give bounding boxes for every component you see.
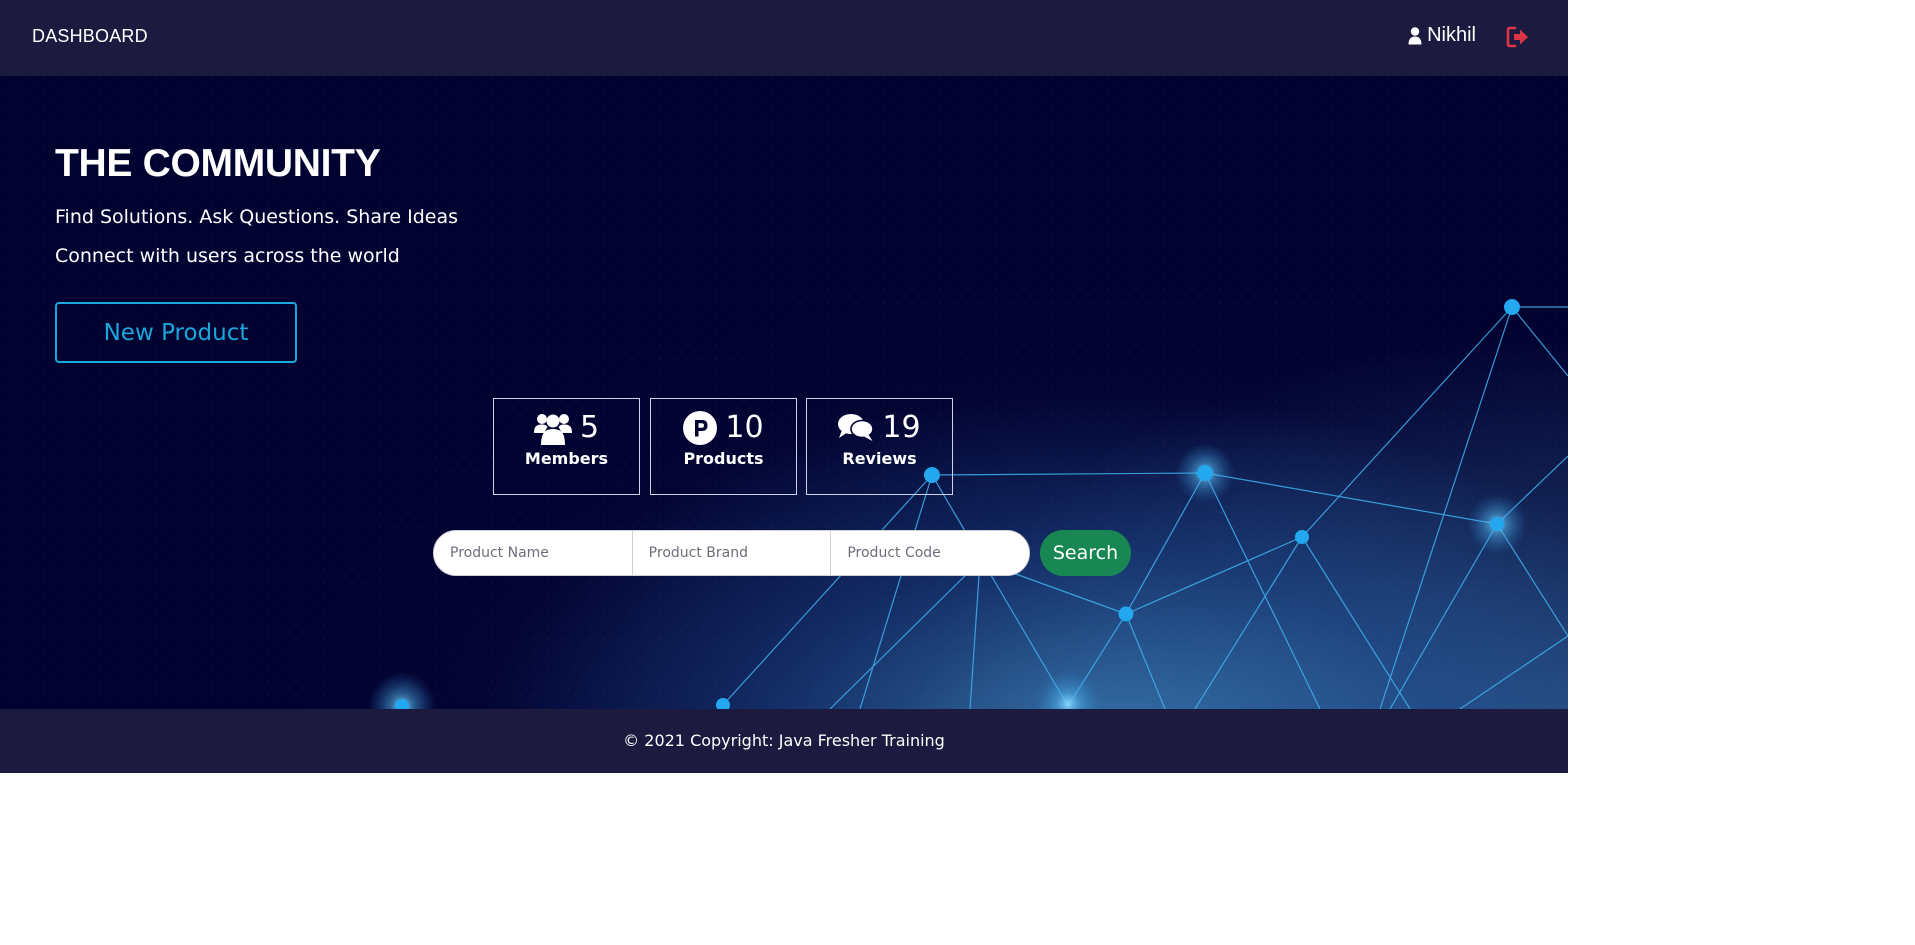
user-menu[interactable]: Nikhil [1408,24,1476,47]
new-product-button[interactable]: New Product [55,302,297,363]
product-name-input[interactable] [434,531,633,575]
comments-icon [838,414,875,441]
stat-card-members: 5 Members [493,398,640,495]
stat-card-reviews: 19 Reviews [806,398,953,495]
navbar-brand[interactable]: DASHBOARD [32,26,148,47]
product-brand-input[interactable] [632,531,832,575]
stat-label: Reviews [842,449,917,468]
page-title: THE COMMUNITY [55,142,381,185]
hero-section: THE COMMUNITY Find Solutions. Ask Questi… [0,76,1568,709]
sign-out-icon[interactable] [1505,24,1531,50]
user-icon [1408,26,1422,44]
search-button[interactable]: Search [1040,530,1131,576]
tagline-primary: Find Solutions. Ask Questions. Share Ide… [55,206,459,228]
users-icon [533,414,572,445]
stat-label: Products [683,449,764,468]
stat-label: Members [524,449,609,468]
stat-card-products: 10 Products [650,398,797,495]
stat-count: 5 [579,410,600,445]
app-window: DASHBOARD Nikhil THE COMMUNITY Find Solu… [0,0,1568,945]
footer: © 2021 Copyright: Java Fresher Training [0,709,1568,773]
stat-count: 10 [725,410,764,445]
product-hunt-icon [683,411,718,445]
product-code-input[interactable] [831,531,1029,575]
navbar: DASHBOARD Nikhil [0,0,1568,76]
stat-count: 19 [882,410,921,445]
tagline-secondary: Connect with users across the world [55,245,400,267]
user-name: Nikhil [1427,24,1476,46]
copyright-text: © 2021 Copyright: Java Fresher Training [623,731,945,750]
product-search-form [433,530,1030,576]
